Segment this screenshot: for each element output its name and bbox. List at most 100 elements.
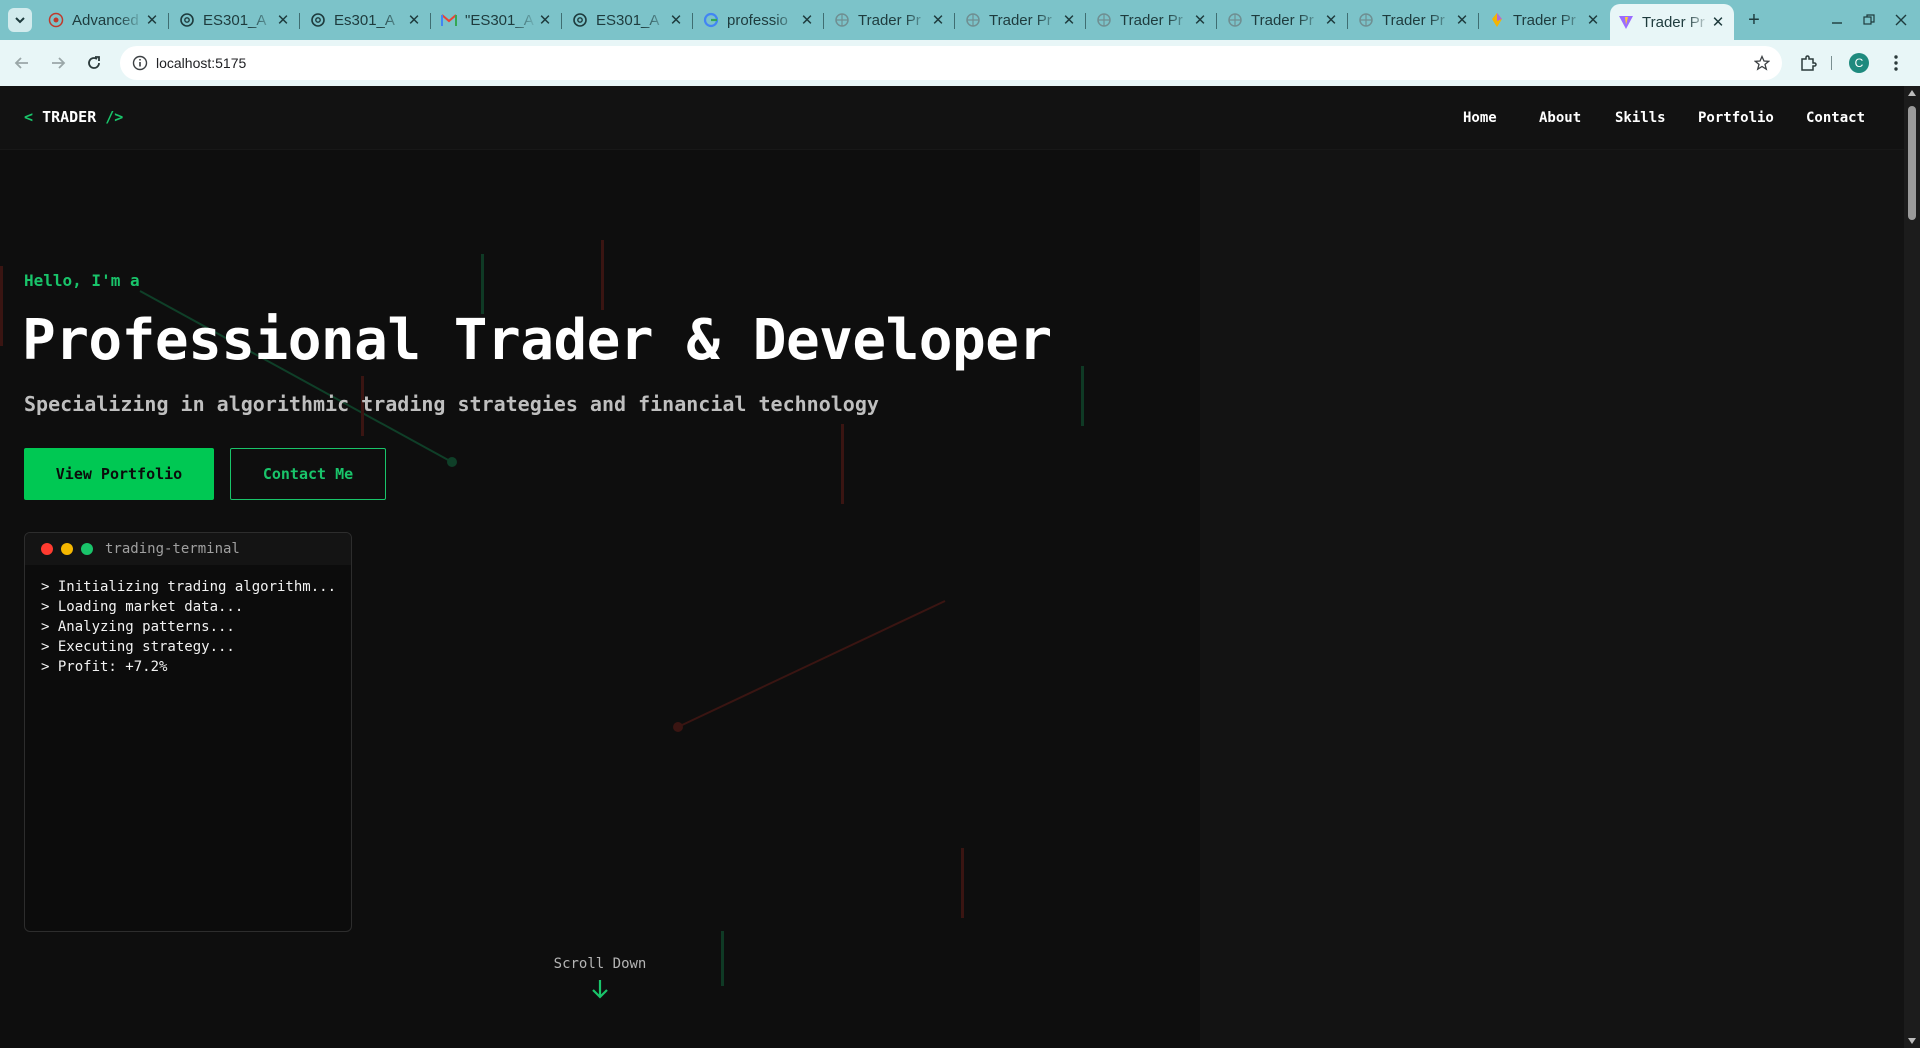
contact-me-button[interactable]: Contact Me — [230, 448, 386, 500]
kebab-menu-icon — [1894, 55, 1898, 71]
site-logo[interactable]: < TRADER /> — [24, 108, 123, 126]
arrow-left-icon — [14, 57, 28, 69]
browser-toolbar: localhost:5175 C — [0, 40, 1920, 86]
browser-tab[interactable]: Trader Pr ✕ — [1219, 6, 1348, 34]
globe-icon — [1227, 12, 1243, 28]
red-dot-icon — [41, 543, 53, 555]
scroll-down-label[interactable]: Scroll Down — [520, 956, 680, 972]
tab-title: Advanced — [72, 11, 139, 29]
site-info-icon[interactable] — [130, 53, 150, 73]
browser-tab[interactable]: Trader Pr ✕ — [826, 6, 955, 34]
globe-icon — [965, 12, 981, 28]
close-icon — [1895, 14, 1907, 26]
terminal-line: > Executing strategy... — [41, 639, 235, 655]
hero-greeting: Hello, I'm a — [24, 271, 140, 290]
close-tab-icon[interactable]: ✕ — [1323, 12, 1339, 29]
close-tab-icon[interactable]: ✕ — [537, 12, 553, 29]
terminal-output: > Initializing trading algorithm... > Lo… — [25, 565, 351, 689]
terminal-line: > Initializing trading algorithm... — [41, 579, 337, 595]
new-tab-button[interactable]: + — [1742, 8, 1766, 32]
tab-title: Trader Pr — [1642, 13, 1705, 31]
close-tab-icon[interactable]: ✕ — [1710, 14, 1726, 31]
bulb-icon — [1489, 12, 1505, 28]
back-button[interactable] — [8, 49, 36, 77]
openai-icon — [572, 12, 588, 28]
arrow-right-icon — [52, 57, 66, 69]
logo-bracket-open: < — [24, 108, 34, 126]
puzzle-icon — [1801, 55, 1817, 71]
tab-search-button[interactable] — [8, 8, 32, 32]
close-tab-icon[interactable]: ✕ — [1585, 12, 1601, 29]
close-tab-icon[interactable]: ✕ — [668, 12, 684, 29]
bookmark-star-icon[interactable] — [1752, 53, 1772, 73]
chevron-down-icon — [15, 17, 25, 24]
browser-tab[interactable]: "ES301_A ✕ — [433, 6, 562, 34]
restore-button[interactable] — [1855, 8, 1883, 32]
forward-button[interactable] — [44, 49, 72, 77]
terminal-line: > Analyzing patterns... — [41, 619, 235, 635]
browser-tab[interactable]: Es301_A ✕ — [302, 6, 431, 34]
browser-tab-bar: Advanced ✕ ES301_A ✕ Es301_A ✕ "ES301_A … — [0, 0, 1920, 40]
browser-menu-button[interactable] — [1882, 49, 1910, 77]
tab-title: professio — [727, 11, 788, 29]
close-tab-icon[interactable]: ✕ — [406, 12, 422, 29]
browser-tab[interactable]: ES301_A ✕ — [171, 6, 300, 34]
tab-title: "ES301_A — [465, 11, 534, 29]
scroll-down-icon[interactable] — [1908, 1038, 1916, 1044]
globe-icon — [834, 12, 850, 28]
reload-icon — [88, 56, 100, 69]
browser-tab[interactable]: professio ✕ — [695, 6, 824, 34]
browser-tab[interactable]: Trader Pr ✕ — [1481, 6, 1609, 34]
minimize-icon — [1832, 22, 1842, 24]
close-tab-icon[interactable]: ✕ — [144, 12, 160, 29]
browser-tab[interactable]: Trader Pr ✕ — [1350, 6, 1479, 34]
nav-skills[interactable]: Skills — [1615, 110, 1666, 126]
tab-title: Trader Pr — [1120, 11, 1183, 29]
browser-tab[interactable]: Trader Pr ✕ — [957, 6, 1086, 34]
globe-icon — [1096, 12, 1112, 28]
nav-home[interactable]: Home — [1463, 110, 1497, 126]
tab-title: Trader Pr — [1513, 11, 1576, 29]
address-bar[interactable]: localhost:5175 — [120, 46, 1782, 80]
terminal-header: trading-terminal — [25, 533, 351, 565]
close-window-button[interactable] — [1887, 8, 1915, 32]
close-tab-icon[interactable]: ✕ — [1454, 12, 1470, 29]
close-tab-icon[interactable]: ✕ — [1061, 12, 1077, 29]
tab-title: Trader Pr — [989, 11, 1052, 29]
globe-icon — [1358, 12, 1374, 28]
nav-about[interactable]: About — [1539, 110, 1581, 126]
vite-icon — [1618, 14, 1634, 30]
tab-title: Trader Pr — [858, 11, 921, 29]
nav-contact[interactable]: Contact — [1806, 110, 1865, 126]
close-tab-icon[interactable]: ✕ — [799, 12, 815, 29]
browser-tab[interactable]: Trader Pr ✕ — [1088, 6, 1217, 34]
browser-tab[interactable]: ES301_A ✕ — [564, 6, 693, 34]
browser-tab[interactable]: Advanced ✕ — [40, 6, 169, 34]
toolbar-divider — [1831, 56, 1832, 70]
scrollbar-thumb[interactable] — [1908, 106, 1916, 220]
nav-portfolio[interactable]: Portfolio — [1698, 110, 1774, 126]
reload-button[interactable] — [80, 49, 108, 77]
yellow-dot-icon — [61, 543, 73, 555]
tab-title: Trader Pr — [1251, 11, 1314, 29]
openai-icon — [310, 12, 326, 28]
close-tab-icon[interactable]: ✕ — [275, 12, 291, 29]
scroll-up-icon[interactable] — [1908, 90, 1916, 96]
logo-bracket-close: /> — [105, 108, 124, 126]
openai-icon — [179, 12, 195, 28]
site-header: < TRADER /> Home About Skills Portfolio … — [0, 86, 1904, 150]
profile-avatar[interactable]: C — [1849, 53, 1869, 73]
tab-title: Es301_A — [334, 11, 395, 29]
extensions-button[interactable] — [1794, 49, 1822, 77]
view-portfolio-button[interactable]: View Portfolio — [24, 448, 214, 500]
restore-icon — [1863, 14, 1875, 25]
tab-title: ES301_A — [203, 11, 267, 29]
trading-terminal: trading-terminal > Initializing trading … — [24, 532, 352, 932]
page-scrollbar[interactable] — [1904, 86, 1920, 1048]
minimize-button[interactable] — [1823, 8, 1851, 32]
close-tab-icon[interactable]: ✕ — [1192, 12, 1208, 29]
close-tab-icon[interactable]: ✕ — [930, 12, 946, 29]
arrow-down-icon[interactable] — [590, 978, 610, 1000]
gmail-icon — [441, 12, 457, 28]
browser-tab-active[interactable]: Trader Pr ✕ — [1610, 4, 1734, 40]
